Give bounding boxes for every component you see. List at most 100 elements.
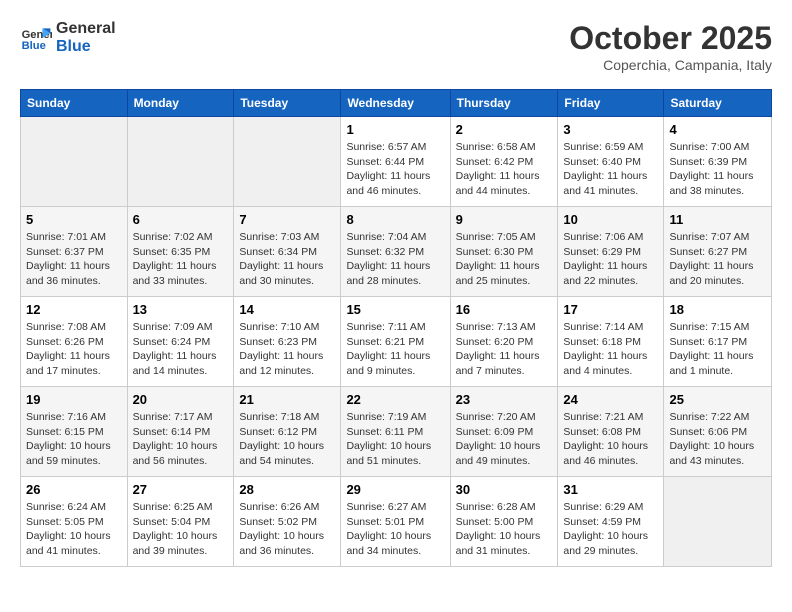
calendar-cell xyxy=(664,477,772,567)
day-info: Sunrise: 7:19 AM Sunset: 6:11 PM Dayligh… xyxy=(346,410,444,469)
day-info: Sunrise: 6:59 AM Sunset: 6:40 PM Dayligh… xyxy=(563,140,658,199)
logo-icon: General Blue xyxy=(20,22,52,54)
calendar-cell: 29 Sunrise: 6:27 AM Sunset: 5:01 PM Dayli… xyxy=(341,477,450,567)
day-number: 2 xyxy=(456,122,553,137)
calendar-cell: 26Sunrise: 6:24 AM Sunset: 5:05 PM Dayli… xyxy=(21,477,128,567)
day-info: Sunrise: 7:15 AM Sunset: 6:17 PM Dayligh… xyxy=(669,320,766,379)
calendar-cell: 17 Sunrise: 7:14 AM Sunset: 6:18 PM Dayli… xyxy=(558,297,664,387)
calendar-cell: 28 Sunrise: 6:26 AM Sunset: 5:02 PM Dayli… xyxy=(234,477,341,567)
location-text: Coperchia, Campania, Italy xyxy=(569,57,772,73)
header-saturday: Saturday xyxy=(664,90,772,117)
calendar-table: SundayMondayTuesdayWednesdayThursdayFrid… xyxy=(20,89,772,567)
day-info: Sunrise: 6:25 AM Sunset: 5:04 PM Dayligh… xyxy=(133,500,229,559)
day-number: 14 xyxy=(239,302,335,317)
day-info: Sunrise: 7:22 AM Sunset: 6:06 PM Dayligh… xyxy=(669,410,766,469)
page-header: General Blue General Blue October 2025 C… xyxy=(20,20,772,73)
calendar-week-5: 26Sunrise: 6:24 AM Sunset: 5:05 PM Dayli… xyxy=(21,477,772,567)
day-info: Sunrise: 7:06 AM Sunset: 6:29 PM Dayligh… xyxy=(563,230,658,289)
day-number: 20 xyxy=(133,392,229,407)
day-info: Sunrise: 6:26 AM Sunset: 5:02 PM Dayligh… xyxy=(239,500,335,559)
calendar-cell: 25 Sunrise: 7:22 AM Sunset: 6:06 PM Dayli… xyxy=(664,387,772,477)
day-number: 3 xyxy=(563,122,658,137)
header-tuesday: Tuesday xyxy=(234,90,341,117)
day-info: Sunrise: 7:20 AM Sunset: 6:09 PM Dayligh… xyxy=(456,410,553,469)
day-info: Sunrise: 6:27 AM Sunset: 5:01 PM Dayligh… xyxy=(346,500,444,559)
day-number: 7 xyxy=(239,212,335,227)
calendar-cell: 27 Sunrise: 6:25 AM Sunset: 5:04 PM Dayli… xyxy=(127,477,234,567)
day-number: 26 xyxy=(26,482,122,497)
calendar-cell: 20 Sunrise: 7:17 AM Sunset: 6:14 PM Dayli… xyxy=(127,387,234,477)
day-info: Sunrise: 7:08 AM Sunset: 6:26 PM Dayligh… xyxy=(26,320,122,379)
day-info: Sunrise: 7:07 AM Sunset: 6:27 PM Dayligh… xyxy=(669,230,766,289)
day-number: 18 xyxy=(669,302,766,317)
calendar-week-4: 19Sunrise: 7:16 AM Sunset: 6:15 PM Dayli… xyxy=(21,387,772,477)
day-number: 27 xyxy=(133,482,229,497)
header-wednesday: Wednesday xyxy=(341,90,450,117)
day-number: 28 xyxy=(239,482,335,497)
svg-text:Blue: Blue xyxy=(22,40,46,52)
day-number: 8 xyxy=(346,212,444,227)
calendar-week-3: 12Sunrise: 7:08 AM Sunset: 6:26 PM Dayli… xyxy=(21,297,772,387)
day-number: 31 xyxy=(563,482,658,497)
calendar-cell: 2Sunrise: 6:58 AM Sunset: 6:42 PM Daylig… xyxy=(450,117,558,207)
calendar-cell xyxy=(234,117,341,207)
day-info: Sunrise: 7:10 AM Sunset: 6:23 PM Dayligh… xyxy=(239,320,335,379)
calendar-header-row: SundayMondayTuesdayWednesdayThursdayFrid… xyxy=(21,90,772,117)
day-number: 24 xyxy=(563,392,658,407)
calendar-cell: 8Sunrise: 7:04 AM Sunset: 6:32 PM Daylig… xyxy=(341,207,450,297)
day-info: Sunrise: 7:11 AM Sunset: 6:21 PM Dayligh… xyxy=(346,320,444,379)
day-number: 9 xyxy=(456,212,553,227)
day-info: Sunrise: 6:28 AM Sunset: 5:00 PM Dayligh… xyxy=(456,500,553,559)
calendar-cell: 7Sunrise: 7:03 AM Sunset: 6:34 PM Daylig… xyxy=(234,207,341,297)
logo-text-general: General xyxy=(56,20,116,38)
day-number: 11 xyxy=(669,212,766,227)
calendar-cell: 3 Sunrise: 6:59 AM Sunset: 6:40 PM Daylig… xyxy=(558,117,664,207)
header-sunday: Sunday xyxy=(21,90,128,117)
day-number: 1 xyxy=(346,122,444,137)
month-title: October 2025 xyxy=(569,20,772,57)
calendar-cell: 19Sunrise: 7:16 AM Sunset: 6:15 PM Dayli… xyxy=(21,387,128,477)
calendar-cell: 14 Sunrise: 7:10 AM Sunset: 6:23 PM Dayli… xyxy=(234,297,341,387)
logo-text-blue: Blue xyxy=(56,38,116,56)
day-info: Sunrise: 6:57 AM Sunset: 6:44 PM Dayligh… xyxy=(346,140,444,199)
calendar-cell: 10 Sunrise: 7:06 AM Sunset: 6:29 PM Dayli… xyxy=(558,207,664,297)
day-info: Sunrise: 7:14 AM Sunset: 6:18 PM Dayligh… xyxy=(563,320,658,379)
day-number: 13 xyxy=(133,302,229,317)
title-block: October 2025 Coperchia, Campania, Italy xyxy=(569,20,772,73)
day-number: 29 xyxy=(346,482,444,497)
calendar-cell: 16 Sunrise: 7:13 AM Sunset: 6:20 PM Dayli… xyxy=(450,297,558,387)
day-info: Sunrise: 7:01 AM Sunset: 6:37 PM Dayligh… xyxy=(26,230,122,289)
logo: General Blue General Blue xyxy=(20,20,116,55)
calendar-cell: 31Sunrise: 6:29 AM Sunset: 4:59 PM Dayli… xyxy=(558,477,664,567)
calendar-cell: 24 Sunrise: 7:21 AM Sunset: 6:08 PM Dayli… xyxy=(558,387,664,477)
day-number: 10 xyxy=(563,212,658,227)
header-thursday: Thursday xyxy=(450,90,558,117)
calendar-cell xyxy=(127,117,234,207)
day-info: Sunrise: 7:13 AM Sunset: 6:20 PM Dayligh… xyxy=(456,320,553,379)
calendar-cell: 12Sunrise: 7:08 AM Sunset: 6:26 PM Dayli… xyxy=(21,297,128,387)
day-number: 21 xyxy=(239,392,335,407)
day-info: Sunrise: 7:18 AM Sunset: 6:12 PM Dayligh… xyxy=(239,410,335,469)
day-info: Sunrise: 7:16 AM Sunset: 6:15 PM Dayligh… xyxy=(26,410,122,469)
day-number: 17 xyxy=(563,302,658,317)
calendar-cell xyxy=(21,117,128,207)
day-number: 25 xyxy=(669,392,766,407)
day-number: 15 xyxy=(346,302,444,317)
calendar-cell: 21 Sunrise: 7:18 AM Sunset: 6:12 PM Dayli… xyxy=(234,387,341,477)
calendar-cell: 23Sunrise: 7:20 AM Sunset: 6:09 PM Dayli… xyxy=(450,387,558,477)
header-monday: Monday xyxy=(127,90,234,117)
day-info: Sunrise: 7:17 AM Sunset: 6:14 PM Dayligh… xyxy=(133,410,229,469)
calendar-cell: 22Sunrise: 7:19 AM Sunset: 6:11 PM Dayli… xyxy=(341,387,450,477)
day-info: Sunrise: 7:00 AM Sunset: 6:39 PM Dayligh… xyxy=(669,140,766,199)
day-number: 16 xyxy=(456,302,553,317)
calendar-week-1: 1 Sunrise: 6:57 AM Sunset: 6:44 PM Daylig… xyxy=(21,117,772,207)
calendar-cell: 18 Sunrise: 7:15 AM Sunset: 6:17 PM Dayli… xyxy=(664,297,772,387)
calendar-cell: 4Sunrise: 7:00 AM Sunset: 6:39 PM Daylig… xyxy=(664,117,772,207)
day-info: Sunrise: 7:21 AM Sunset: 6:08 PM Dayligh… xyxy=(563,410,658,469)
calendar-cell: 11 Sunrise: 7:07 AM Sunset: 6:27 PM Dayli… xyxy=(664,207,772,297)
calendar-week-2: 5Sunrise: 7:01 AM Sunset: 6:37 PM Daylig… xyxy=(21,207,772,297)
day-info: Sunrise: 7:09 AM Sunset: 6:24 PM Dayligh… xyxy=(133,320,229,379)
calendar-cell: 1 Sunrise: 6:57 AM Sunset: 6:44 PM Daylig… xyxy=(341,117,450,207)
day-number: 30 xyxy=(456,482,553,497)
calendar-cell: 13 Sunrise: 7:09 AM Sunset: 6:24 PM Dayli… xyxy=(127,297,234,387)
